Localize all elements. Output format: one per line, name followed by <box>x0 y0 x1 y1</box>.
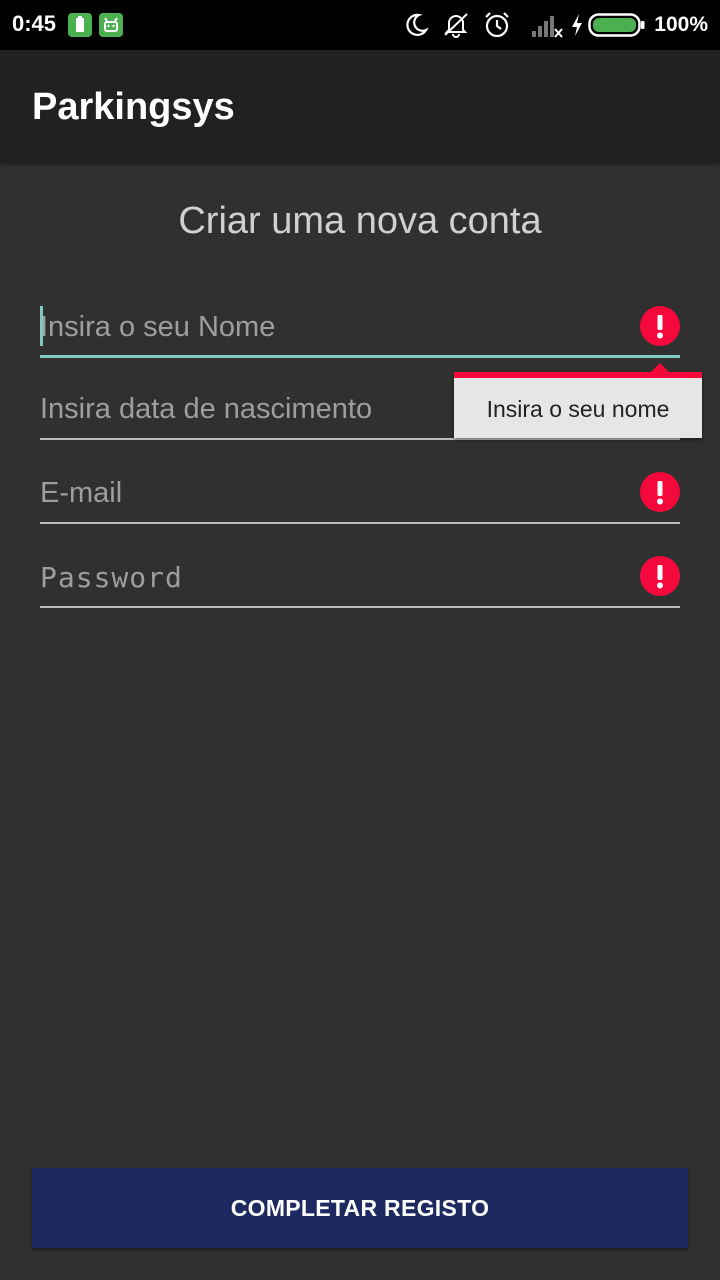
android-notification-icon <box>99 13 123 37</box>
name-input[interactable] <box>40 298 630 356</box>
error-icon[interactable] <box>640 472 680 512</box>
signal-icon <box>530 11 564 39</box>
complete-registration-button[interactable]: COMPLETAR REGISTO <box>32 1168 688 1248</box>
battery-icon <box>588 12 646 38</box>
charging-icon <box>570 12 584 38</box>
email-underline <box>40 522 680 524</box>
password-field[interactable] <box>40 548 680 608</box>
status-time: 0:45 <box>12 11 57 36</box>
error-icon[interactable] <box>640 556 680 596</box>
name-field[interactable] <box>40 298 680 358</box>
error-popup: Insira o seu nome <box>454 372 702 438</box>
app-title: Parkingsys <box>32 86 235 128</box>
battery-notification-icon <box>68 13 92 37</box>
password-underline <box>40 606 680 608</box>
app-bar: Parkingsys <box>0 50 720 162</box>
password-input[interactable] <box>40 548 630 606</box>
moon-icon <box>402 11 430 39</box>
name-underline <box>40 355 680 358</box>
vibrate-off-icon <box>440 11 472 39</box>
email-input[interactable] <box>40 464 630 522</box>
page-title: Criar uma nova conta <box>178 200 542 242</box>
alarm-icon <box>482 10 512 40</box>
status-bar: 0:45 100% <box>0 0 720 50</box>
email-field[interactable] <box>40 464 680 524</box>
status-icons: 100% <box>392 0 708 50</box>
app-screen: 0:45 100% Parkingsys Criar uma nova cont… <box>0 0 720 1280</box>
text-cursor <box>40 306 43 346</box>
battery-percent: 100% <box>654 13 708 36</box>
birthdate-underline <box>40 438 680 440</box>
error-icon[interactable] <box>640 306 680 346</box>
error-popup-text: Insira o seu nome <box>486 396 670 422</box>
